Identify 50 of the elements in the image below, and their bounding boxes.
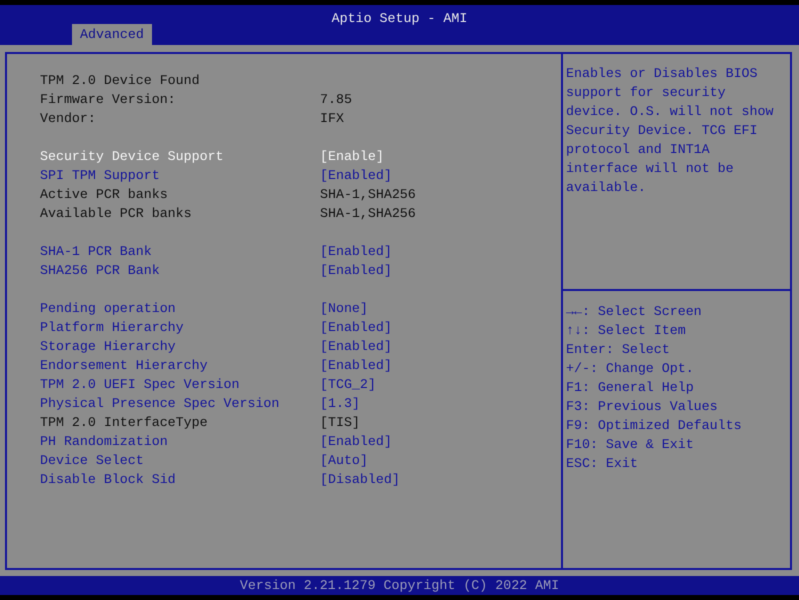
info-label: Active PCR banks bbox=[40, 187, 168, 202]
setting-value[interactable]: [Disabled] bbox=[320, 470, 400, 489]
info-label: TPM 2.0 InterfaceType bbox=[40, 415, 208, 430]
setting-value[interactable]: [Enabled] bbox=[320, 242, 392, 261]
setting-value[interactable]: [Enabled] bbox=[320, 337, 392, 356]
setting-label[interactable]: Endorsement Hierarchy bbox=[40, 358, 208, 373]
setting-value[interactable]: [1.3] bbox=[320, 394, 360, 413]
setting-label[interactable]: TPM 2.0 UEFI Spec Version bbox=[40, 377, 240, 392]
setting-value[interactable]: [Enabled] bbox=[320, 356, 392, 375]
info-value: SHA-1,SHA256 bbox=[320, 205, 416, 223]
setting-label[interactable]: Disable Block Sid bbox=[40, 472, 176, 487]
key-hint: F9: Optimized Defaults bbox=[566, 417, 743, 435]
setting-label[interactable]: Pending operation bbox=[40, 301, 176, 316]
window-title: Aptio Setup - AMI bbox=[330, 10, 468, 28]
key-hint: ↑↓: Select Item bbox=[566, 322, 687, 340]
setting-value[interactable]: [None] bbox=[320, 299, 368, 318]
key-hint: F10: Save & Exit bbox=[566, 436, 695, 454]
info-label: Firmware Version: bbox=[40, 92, 176, 107]
info-label: Vendor: bbox=[40, 111, 96, 126]
setting-label[interactable]: SHA-1 PCR Bank bbox=[40, 244, 152, 259]
setting-label[interactable]: Platform Hierarchy bbox=[40, 320, 184, 335]
setting-label[interactable]: Security Device Support bbox=[40, 149, 224, 164]
setting-label[interactable]: Storage Hierarchy bbox=[40, 339, 176, 354]
key-hint: F3: Previous Values bbox=[566, 398, 719, 416]
key-hint: ESC: Exit bbox=[566, 455, 639, 473]
info-value: SHA-1,SHA256 bbox=[320, 186, 416, 204]
info-value: IFX bbox=[320, 110, 344, 128]
setting-value[interactable]: [TCG_2] bbox=[320, 375, 376, 394]
key-hint: +/-: Change Opt. bbox=[566, 360, 695, 378]
setting-value[interactable]: [Auto] bbox=[320, 451, 368, 470]
setting-label[interactable]: SPI TPM Support bbox=[40, 168, 160, 183]
key-hint: →←: Select Screen bbox=[566, 303, 703, 321]
key-hint: Enter: Select bbox=[566, 341, 671, 359]
info-value: 7.85 bbox=[320, 91, 352, 109]
setting-label[interactable]: PH Randomization bbox=[40, 434, 168, 449]
footer-text: Version 2.21.1279 Copyright (C) 2022 AMI bbox=[240, 578, 560, 593]
setting-value[interactable]: [Enabled] bbox=[320, 432, 392, 451]
info-value: [TIS] bbox=[320, 414, 360, 432]
info-label: TPM 2.0 Device Found bbox=[40, 73, 200, 88]
help-text: Enables or Disables BIOS support for security device. O.S. will not show Security Device. TCG EFI protocol and INT1A interface will not be available. bbox=[566, 65, 774, 197]
setting-label[interactable]: Device Select bbox=[40, 453, 144, 468]
tab[interactable]: Advanced bbox=[72, 24, 152, 45]
key-hint: F1: General Help bbox=[566, 379, 695, 397]
setting-value[interactable]: [Enabled] bbox=[320, 318, 392, 337]
setting-value[interactable]: [Enabled] bbox=[320, 261, 392, 280]
setting-value[interactable]: [Enable] bbox=[320, 147, 384, 166]
setting-label[interactable]: SHA256 PCR Bank bbox=[40, 263, 160, 278]
setting-value[interactable]: [Enabled] bbox=[320, 166, 392, 185]
setting-label[interactable]: Physical Presence Spec Version bbox=[40, 396, 280, 411]
info-label: Available PCR banks bbox=[40, 206, 192, 221]
